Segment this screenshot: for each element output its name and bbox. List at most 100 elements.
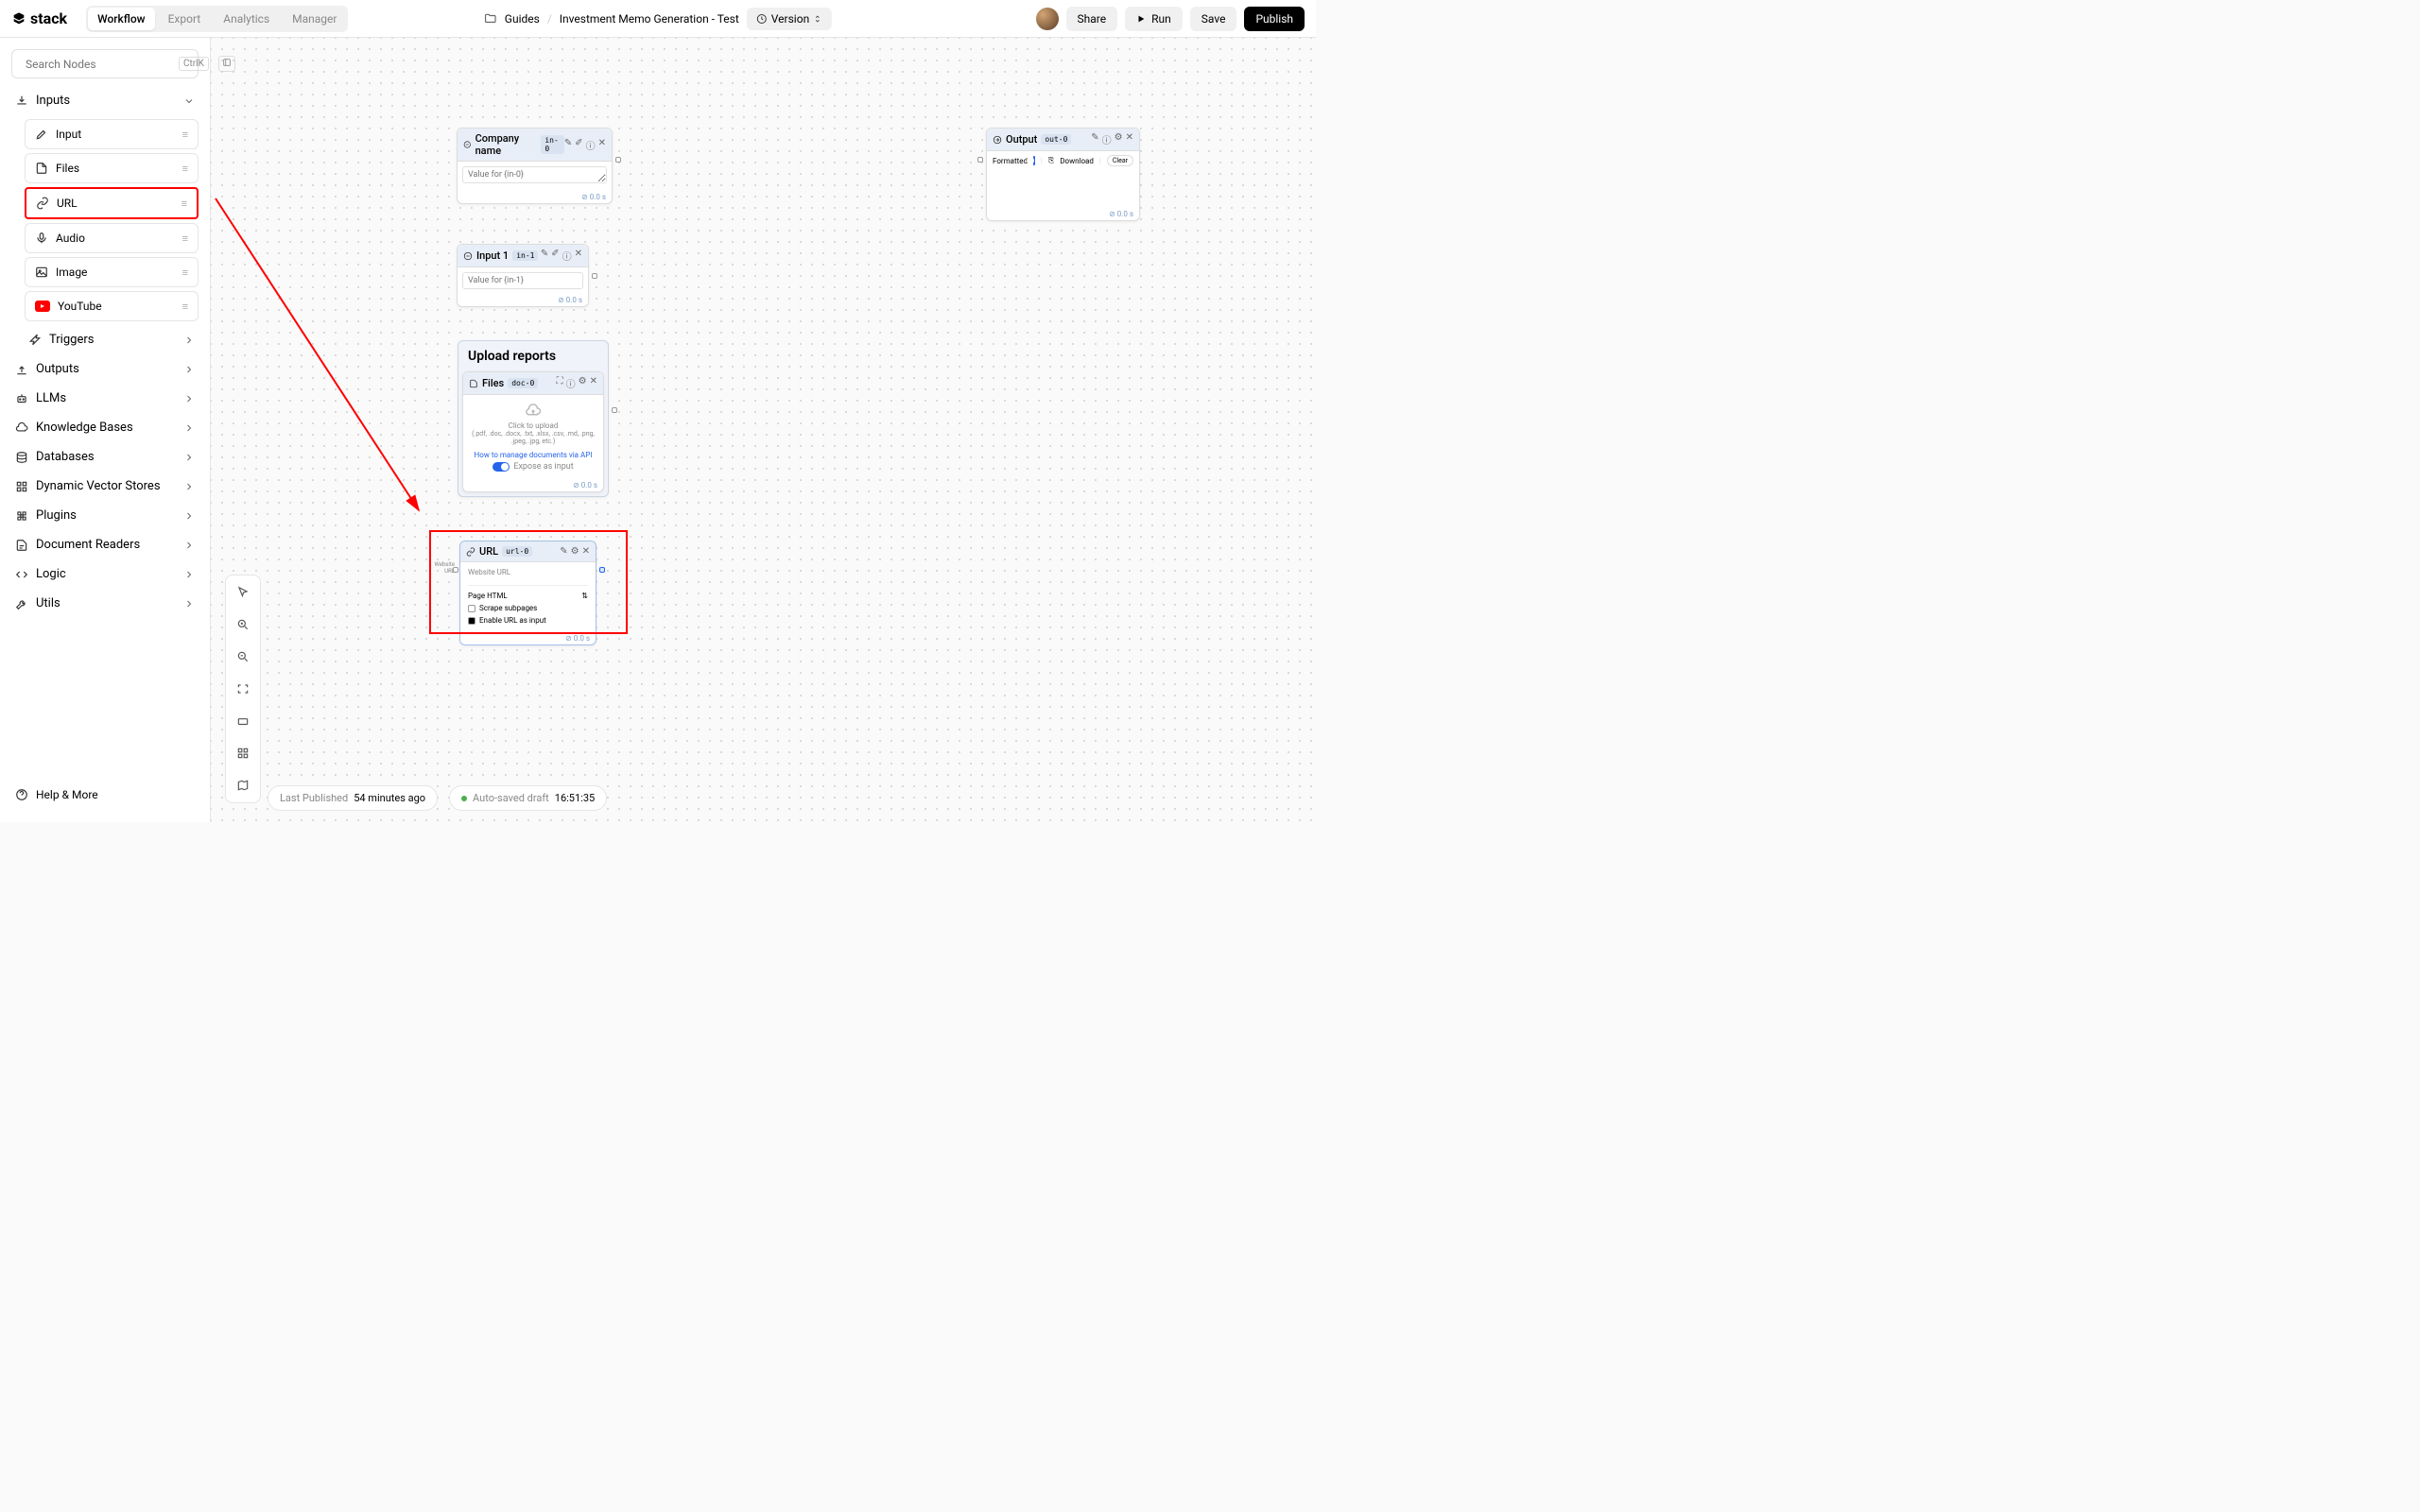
url-opt-enable[interactable]: Enable URL as input <box>468 614 588 627</box>
node-label: YouTube <box>58 300 102 313</box>
expand-icon[interactable]: ⛶ <box>557 376 563 390</box>
node-item-files[interactable]: Files ≡ <box>25 153 199 183</box>
help-link[interactable]: Help & More <box>11 779 199 811</box>
node-item-input[interactable]: Input ≡ <box>25 119 199 149</box>
nav-tab-manager[interactable]: Manager <box>283 8 346 30</box>
close-icon[interactable]: ✕ <box>1126 132 1133 146</box>
node-files[interactable]: Files doc-0 ⛶ ⓘ ⚙ ✕ Click to upload (.pd… <box>462 371 604 492</box>
nav-tab-export[interactable]: Export <box>159 8 211 30</box>
cat-label: Document Readers <box>36 538 140 552</box>
input-icon <box>463 140 472 149</box>
avatar[interactable] <box>1036 8 1059 30</box>
node-label: Files <box>56 162 79 175</box>
version-button[interactable]: Version <box>747 8 832 30</box>
output-port[interactable] <box>612 407 617 413</box>
node-company-name[interactable]: Company name in-0 ✎ ✐ ⓘ ✕ ⊘ 0.0 s <box>457 128 613 204</box>
cat-knowledge[interactable]: Knowledge Bases <box>11 413 199 442</box>
search-input[interactable] <box>26 58 173 71</box>
info-icon[interactable]: ⓘ <box>586 138 596 152</box>
output-port[interactable] <box>592 273 597 279</box>
zoom-in-tool[interactable] <box>232 613 254 636</box>
clear-button[interactable]: Clear <box>1107 155 1133 166</box>
edit-icon[interactable]: ✎ <box>1091 132 1098 146</box>
node-group-upload[interactable]: Upload reports Files doc-0 ⛶ ⓘ ⚙ ✕ Click… <box>458 340 609 497</box>
breadcrumb-file[interactable]: Investment Memo Generation - Test <box>560 12 739 26</box>
gear-icon[interactable]: ⚙ <box>1115 132 1123 146</box>
node-header[interactable]: Files doc-0 ⛶ ⓘ ⚙ ✕ <box>463 372 603 395</box>
breadcrumb-folder[interactable]: Guides <box>505 12 540 26</box>
zoom-out-tool[interactable] <box>232 645 254 668</box>
output-port[interactable] <box>615 157 621 163</box>
gear-icon[interactable]: ⚙ <box>571 546 579 557</box>
run-button[interactable]: Run <box>1125 7 1183 31</box>
info-icon[interactable]: ⓘ <box>1102 132 1112 146</box>
cursor-tool[interactable] <box>232 581 254 604</box>
checkbox-checked[interactable] <box>468 617 475 625</box>
checkbox-unchecked[interactable] <box>468 605 475 612</box>
close-icon[interactable]: ✕ <box>582 546 590 557</box>
download-label[interactable]: Download <box>1060 157 1094 165</box>
grid-tool[interactable] <box>232 742 254 765</box>
copy-icon[interactable]: ⎘ <box>1048 156 1054 165</box>
gear-icon[interactable]: ⚙ <box>579 376 587 390</box>
node-input-field[interactable] <box>462 272 583 289</box>
expose-toggle-row[interactable]: Expose as input <box>471 462 596 472</box>
node-item-url[interactable]: URL ≡ <box>25 187 199 219</box>
publish-button[interactable]: Publish <box>1244 7 1305 31</box>
cat-logic[interactable]: Logic <box>11 559 199 589</box>
info-icon[interactable]: ⓘ <box>562 249 572 263</box>
edit-icon[interactable]: ✎ <box>564 138 572 152</box>
save-button[interactable]: Save <box>1190 7 1237 31</box>
cat-header-inputs[interactable]: Inputs <box>11 86 199 115</box>
cat-utils[interactable]: Utils <box>11 589 199 618</box>
edit-icon[interactable]: ✎ <box>560 546 567 557</box>
node-output[interactable]: Output out-0 ✎ ⓘ ⚙ ✕ Formatted | ⎘ Downl… <box>986 128 1140 221</box>
cat-readers[interactable]: Document Readers <box>11 530 199 559</box>
header-right: Share Run Save Publish <box>1036 7 1305 31</box>
node-url[interactable]: URL url-0 ✎ ⚙ ✕ Website URL Page HTML ⇅ … <box>459 541 596 645</box>
files-api-link[interactable]: How to manage documents via API <box>471 451 596 459</box>
node-textarea[interactable] <box>462 166 607 183</box>
node-item-audio[interactable]: Audio ≡ <box>25 223 199 253</box>
edit-icon[interactable]: ✎ <box>541 249 548 263</box>
frame-tool[interactable] <box>232 710 254 732</box>
close-icon[interactable]: ✕ <box>590 376 597 390</box>
cloud-icon <box>15 421 28 435</box>
nav-tab-analytics[interactable]: Analytics <box>214 8 279 30</box>
info-icon[interactable]: ⓘ <box>566 376 576 390</box>
rename-icon[interactable]: ✐ <box>551 249 559 263</box>
rename-icon[interactable]: ✐ <box>575 138 582 152</box>
toggle-on[interactable] <box>1033 156 1035 165</box>
close-icon[interactable]: ✕ <box>598 138 606 152</box>
toggle-on[interactable] <box>493 462 510 472</box>
nav-tab-workflow[interactable]: Workflow <box>88 8 155 30</box>
cat-vector[interactable]: Dynamic Vector Stores <box>11 472 199 501</box>
input-port[interactable] <box>977 157 983 163</box>
cat-outputs[interactable]: Outputs <box>11 354 199 384</box>
share-button[interactable]: Share <box>1066 7 1118 31</box>
url-input-line[interactable] <box>468 576 588 586</box>
url-select[interactable]: Page HTML ⇅ <box>468 590 588 602</box>
node-header[interactable]: Output out-0 ✎ ⓘ ⚙ ✕ <box>987 129 1139 151</box>
minimap-tool[interactable] <box>232 774 254 797</box>
fit-tool[interactable] <box>232 678 254 700</box>
cat-databases[interactable]: Databases <box>11 442 199 472</box>
node-header[interactable]: Company name in-0 ✎ ✐ ⓘ ✕ <box>458 129 612 162</box>
node-header[interactable]: URL url-0 ✎ ⚙ ✕ <box>460 541 596 562</box>
node-input1[interactable]: Input 1 in-1 ✎ ✐ ⓘ ✕ ⊘ 0.0 s <box>457 244 589 307</box>
node-badge: in-0 <box>541 135 563 154</box>
search-box[interactable]: CtrlK <box>11 49 199 78</box>
logo[interactable]: stack <box>11 9 67 27</box>
canvas[interactable]: Company name in-0 ✎ ✐ ⓘ ✕ ⊘ 0.0 s Input … <box>211 38 1316 822</box>
search-shortcut: CtrlK <box>179 57 209 71</box>
cat-plugins[interactable]: Plugins <box>11 501 199 530</box>
cat-llms[interactable]: LLMs <box>11 384 199 413</box>
files-dropzone[interactable]: Click to upload (.pdf, .doc, .docx, .txt… <box>463 395 603 479</box>
node-item-image[interactable]: Image ≡ <box>25 257 199 287</box>
subcat-triggers[interactable]: Triggers <box>11 325 199 354</box>
node-item-youtube[interactable]: YouTube ≡ <box>25 291 199 321</box>
url-opt-scrape[interactable]: Scrape subpages <box>468 602 588 614</box>
node-header[interactable]: Input 1 in-1 ✎ ✐ ⓘ ✕ <box>458 245 588 267</box>
output-port[interactable] <box>599 567 605 573</box>
close-icon[interactable]: ✕ <box>575 249 582 263</box>
